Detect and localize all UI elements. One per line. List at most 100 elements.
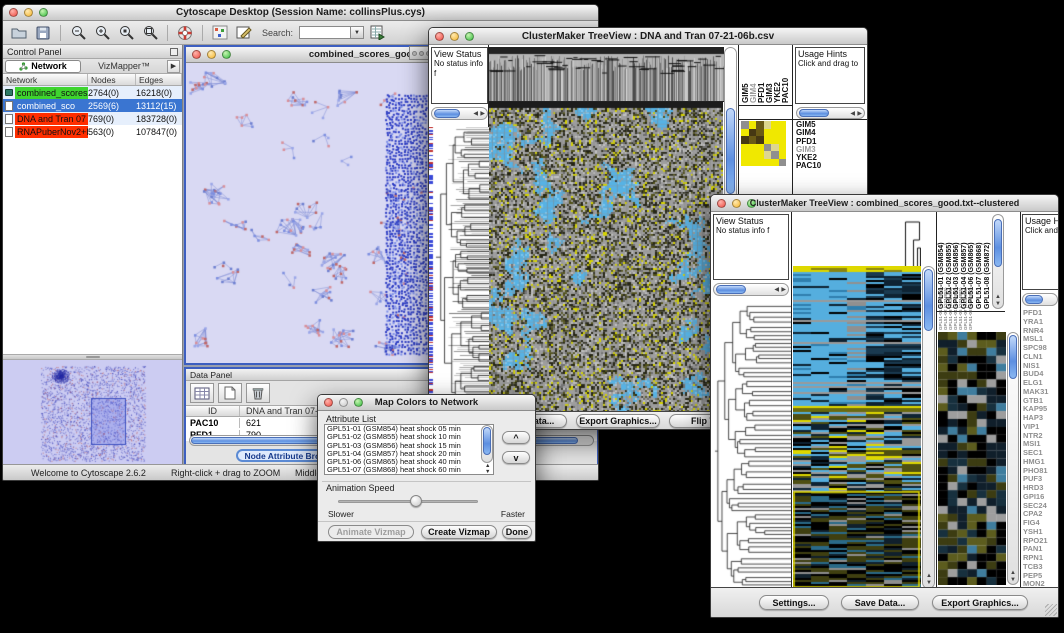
save-session-icon[interactable] — [33, 23, 53, 42]
zoom-heatmap-matrix[interactable] — [741, 121, 786, 166]
delete-attribute-icon[interactable] — [246, 383, 270, 403]
search-dropdown-icon[interactable] — [351, 26, 364, 39]
column-label[interactable]: GPL51-07 (GSM868) — [976, 214, 984, 309]
scrollbar-thumb[interactable] — [716, 285, 746, 294]
status-hscrollbar[interactable] — [713, 283, 789, 296]
scroll-left-icon[interactable] — [850, 111, 855, 117]
tab-network[interactable]: Network — [5, 60, 81, 73]
status-hscrollbar[interactable] — [431, 107, 488, 120]
matrix-cell[interactable] — [741, 144, 749, 152]
zoom-column-labels[interactable]: GIM5GIM4PFD1GIM3YKE2PAC10 — [741, 47, 789, 103]
column-header-id[interactable]: ID — [186, 406, 240, 416]
zoom-fit-icon[interactable] — [140, 23, 160, 42]
matrix-cell[interactable] — [764, 136, 772, 144]
scroll-up-icon[interactable] — [926, 573, 932, 579]
done-button[interactable]: Done — [502, 525, 532, 539]
animate-vizmap-button[interactable]: Animate Vizmap — [328, 525, 414, 539]
row-dendrogram-canvas[interactable] — [434, 127, 489, 413]
heatmap-canvas[interactable] — [489, 102, 723, 413]
search-input[interactable] — [299, 26, 351, 39]
column-header-nodes[interactable]: Nodes — [88, 74, 136, 85]
scrollbar-thumb[interactable] — [726, 108, 735, 194]
matrix-cell[interactable] — [771, 136, 779, 144]
column-label[interactable]: YKE2 — [773, 47, 781, 103]
matrix-cell[interactable] — [756, 121, 764, 129]
scrollbar-thumb[interactable] — [434, 109, 460, 118]
column-label[interactable]: GIM5 — [741, 47, 749, 103]
scroll-right-icon[interactable] — [857, 111, 862, 117]
list-vscrollbar[interactable] — [481, 425, 493, 463]
column-header-network[interactable]: Network — [3, 74, 88, 85]
matrix-cell[interactable] — [741, 151, 749, 159]
import-table-icon[interactable] — [368, 23, 388, 42]
create-vizmap-button[interactable]: Create Vizmap — [421, 525, 497, 539]
matrix-cell[interactable] — [764, 129, 772, 137]
resize-grip[interactable] — [1045, 604, 1057, 616]
column-dendrogram-canvas[interactable] — [489, 47, 724, 101]
matrix-cell[interactable] — [741, 129, 749, 137]
treeview2-titlebar[interactable]: ClusterMaker TreeView : combined_scores_… — [711, 195, 1058, 212]
matrix-cell[interactable] — [779, 121, 787, 129]
matrix-cell[interactable] — [771, 151, 779, 159]
labels-vscrollbar[interactable] — [992, 214, 1004, 309]
network-row[interactable]: combined_scores 2764(0) 16218(0) — [3, 86, 182, 99]
export-graphics-button[interactable]: Export Graphics... — [932, 595, 1028, 610]
new-attribute-icon[interactable] — [218, 383, 242, 403]
matrix-cell[interactable] — [756, 129, 764, 137]
matrix-cell[interactable] — [756, 159, 764, 167]
zoom-out-icon[interactable] — [68, 23, 88, 42]
zoom-vscrollbar[interactable] — [1007, 332, 1019, 585]
attribute-list[interactable]: GPL51-01 (GSM854) heat shock 05 minGPL51… — [324, 424, 494, 475]
matrix-cell[interactable] — [779, 159, 787, 167]
matrix-cell[interactable] — [771, 144, 779, 152]
scroll-down-icon[interactable] — [485, 469, 490, 475]
matrix-cell[interactable] — [771, 129, 779, 137]
minimize-icon[interactable] — [419, 51, 424, 56]
network-row[interactable]: combined_sco 2569(6) 13112(15) — [3, 99, 182, 112]
matrix-cell[interactable] — [764, 144, 772, 152]
matrix-cell[interactable] — [756, 144, 764, 152]
matrix-cell[interactable] — [749, 136, 757, 144]
scroll-left-icon[interactable] — [473, 111, 478, 117]
tab-vizmapper[interactable]: VizMapper™ — [83, 61, 165, 71]
column-label[interactable]: GIM3 — [765, 47, 773, 103]
matrix-cell[interactable] — [779, 151, 787, 159]
hints-hscrollbar[interactable] — [796, 107, 865, 119]
treeview1-titlebar[interactable]: ClusterMaker TreeView : DNA and Tran 07-… — [429, 28, 867, 45]
heatmap-canvas[interactable] — [793, 266, 921, 589]
network-overview-canvas[interactable] — [3, 360, 182, 467]
matrix-cell[interactable] — [764, 159, 772, 167]
gene-name[interactable]: PAC10 — [796, 162, 821, 170]
column-label[interactable]: PFD1 — [757, 47, 765, 103]
annotation-icon[interactable] — [234, 23, 254, 42]
matrix-cell[interactable] — [771, 159, 779, 167]
hints-hscrollbar[interactable] — [1022, 293, 1058, 306]
matrix-cell[interactable] — [749, 151, 757, 159]
matrix-cell[interactable] — [764, 151, 772, 159]
scrollbar-thumb[interactable] — [1009, 335, 1017, 379]
matrix-cell[interactable] — [771, 121, 779, 129]
float-panel-icon[interactable] — [170, 48, 178, 56]
scroll-down-icon[interactable] — [995, 301, 1001, 307]
network-row[interactable]: DNA and Tran 07 769(0) 183728(0) — [3, 112, 182, 125]
plugin-nodes-icon[interactable] — [210, 23, 230, 42]
scroll-right-icon[interactable] — [480, 111, 485, 117]
move-up-button[interactable]: ^ — [502, 431, 530, 444]
matrix-cell[interactable] — [756, 151, 764, 159]
matrix-cell[interactable] — [779, 136, 787, 144]
gene-name-list[interactable]: PFD1YRA1RNR4MSL1SPC98CLN1NIS1BUD4ELG1MAK… — [1023, 309, 1048, 589]
open-file-icon[interactable] — [9, 23, 29, 42]
matrix-cell[interactable] — [741, 159, 749, 167]
settings-button[interactable]: Settings... — [759, 595, 829, 610]
zoom-heatmap-canvas[interactable] — [938, 332, 1006, 585]
attribute-list-item[interactable]: GPL51-07 (GSM868) heat shock 60 min — [325, 466, 493, 474]
move-down-button[interactable]: v — [502, 451, 530, 464]
column-label[interactable]: GIM4 — [749, 47, 757, 103]
matrix-cell[interactable] — [779, 144, 787, 152]
scroll-right-icon[interactable] — [781, 287, 786, 293]
column-label[interactable]: PAC10 — [781, 47, 789, 103]
scrollbar-thumb[interactable] — [1025, 295, 1043, 304]
column-dendrogram-canvas[interactable] — [793, 214, 921, 266]
column-label[interactable]: GPL51-08 (GSM872) — [984, 214, 992, 309]
animation-speed-slider[interactable] — [338, 500, 478, 503]
